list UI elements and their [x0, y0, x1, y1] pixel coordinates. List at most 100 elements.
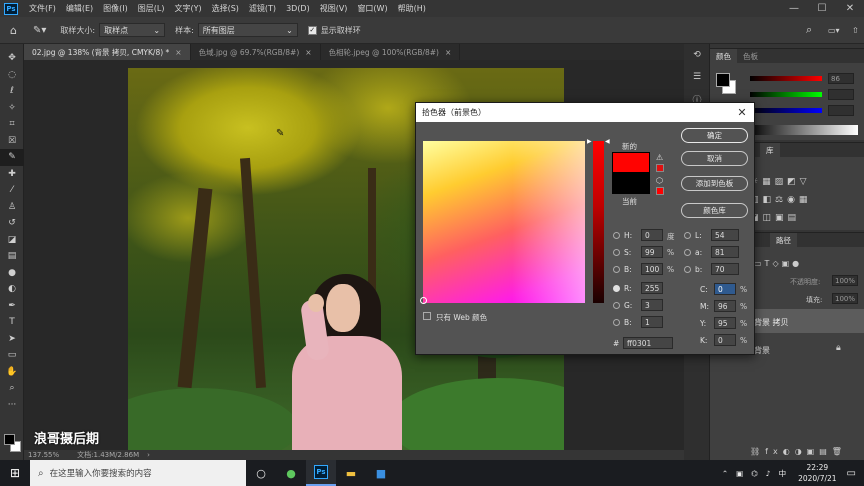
menu-3d[interactable]: 3D(D) [281, 4, 315, 13]
menu-view[interactable]: 视图(V) [315, 3, 353, 14]
tab-hue-wheel-jpeg[interactable]: 色相轮.jpeg @ 100%(RGB/8#) × [321, 44, 461, 60]
brightness-radio[interactable] [613, 266, 620, 273]
saturation-input[interactable]: 99 [641, 246, 663, 258]
windows-start-icon[interactable]: ⊞ [0, 460, 30, 486]
taskbar-search-box[interactable]: ⌕ 在这里输入你要搜索的内容 [30, 460, 246, 486]
zoom-tool-icon[interactable]: ⌕ [0, 380, 24, 397]
task-view-icon[interactable]: ○ [246, 460, 276, 486]
yellow-input[interactable]: 95 [714, 317, 736, 329]
hand-tool-icon[interactable]: ✋ [0, 364, 24, 381]
blue-slider[interactable] [750, 108, 822, 113]
red-value[interactable]: 86 [828, 73, 854, 84]
wechat-icon[interactable]: ● [276, 460, 306, 486]
file-explorer-icon[interactable]: ▬ [336, 460, 366, 486]
move-tool-icon[interactable]: ✥ [0, 50, 24, 67]
tray-app-icon[interactable]: ▣ [736, 469, 743, 478]
adjustment-icons-row-3[interactable]: ◪◫▣▤ [750, 213, 800, 223]
notification-icon[interactable]: ▭ [847, 468, 856, 479]
blue-value[interactable] [828, 105, 854, 116]
tab-gamut-jpg[interactable]: 色域.jpg @ 69.7%(RGB/8#) × [191, 44, 321, 60]
screen-recorder-icon[interactable]: ■ [366, 460, 396, 486]
add-to-swatches-button[interactable]: 添加到色板 [681, 176, 748, 191]
blue-input[interactable]: 1 [641, 316, 663, 328]
blur-tool-icon[interactable]: ● [0, 265, 24, 282]
tab-color[interactable]: 颜色 [710, 49, 737, 63]
magenta-input[interactable]: 96 [714, 300, 736, 312]
menu-help[interactable]: 帮助(H) [393, 3, 431, 14]
show-ring-checkbox[interactable]: ✓ [307, 25, 317, 35]
close-icon[interactable]: × [175, 48, 181, 57]
web-safe-icon[interactable]: ⬡ [656, 176, 663, 185]
menu-window[interactable]: 窗口(W) [352, 3, 392, 14]
hue-input[interactable]: 0 [641, 229, 663, 241]
menu-file[interactable]: 文件(F) [24, 3, 61, 14]
home-icon[interactable]: ⌂ [10, 24, 17, 37]
sample-select[interactable]: 所有图层 ⌄ [197, 23, 298, 37]
web-only-checkbox[interactable] [423, 312, 431, 320]
brush-tool-icon[interactable]: ⁄ [0, 182, 24, 199]
cancel-button[interactable]: 取消 [681, 151, 748, 166]
lasso-tool-icon[interactable]: ℓ [0, 83, 24, 100]
red-slider[interactable] [750, 76, 822, 81]
color-field-marker[interactable] [420, 297, 427, 304]
maximize-button[interactable]: ☐ [808, 0, 836, 17]
eraser-tool-icon[interactable]: ◪ [0, 232, 24, 249]
lab-a-input[interactable]: 81 [711, 246, 739, 258]
gamut-warning-swatch[interactable] [656, 164, 664, 172]
magic-wand-tool-icon[interactable]: ✧ [0, 100, 24, 117]
hue-slider-left-arrow[interactable]: ▶ [587, 138, 592, 145]
lab-b-radio[interactable] [684, 266, 691, 273]
lab-b-input[interactable]: 70 [711, 263, 739, 275]
opacity-value[interactable]: 100% [832, 275, 858, 286]
hex-input[interactable]: ff0301 [623, 337, 673, 349]
ok-button[interactable]: 确定 [681, 128, 748, 143]
history-brush-tool-icon[interactable]: ↺ [0, 215, 24, 232]
volume-icon[interactable]: ♪ [766, 469, 771, 478]
blue-radio[interactable] [613, 319, 620, 326]
search-icon[interactable]: ⌕ [806, 23, 812, 37]
rectangle-tool-icon[interactable]: ▭ [0, 347, 24, 364]
clone-stamp-tool-icon[interactable]: ♙ [0, 199, 24, 216]
type-tool-icon[interactable]: T [0, 314, 24, 331]
adjustment-icons-row-1[interactable]: ☀▦▨◩▽ [750, 177, 811, 187]
pen-tool-icon[interactable]: ✒ [0, 298, 24, 315]
green-input[interactable]: 3 [641, 299, 663, 311]
more-tools-icon[interactable]: ··· [0, 397, 24, 414]
status-expand-icon[interactable]: › [147, 451, 150, 459]
menu-filter[interactable]: 滤镜(T) [244, 3, 281, 14]
close-icon[interactable]: × [305, 48, 311, 57]
dodge-tool-icon[interactable]: ◐ [0, 281, 24, 298]
tab-swatches[interactable]: 色板 [737, 49, 764, 63]
green-radio[interactable] [613, 302, 620, 309]
layer-filter-icons[interactable]: ▭T◇▣● [754, 259, 802, 268]
ime-indicator[interactable]: 中 [779, 468, 787, 479]
zoom-level[interactable]: 137.55% [28, 451, 59, 459]
lab-l-input[interactable]: 54 [711, 229, 739, 241]
fill-value[interactable]: 100% [832, 293, 858, 304]
current-color-swatch[interactable] [612, 173, 650, 194]
saturation-radio[interactable] [613, 249, 620, 256]
hue-slider-right-arrow[interactable]: ◀ [605, 138, 610, 145]
layer-actions-icons[interactable]: ⛓fx◐◑▣▤🗑︎ [750, 447, 847, 456]
tab-paths[interactable]: 路径 [770, 233, 797, 247]
red-input[interactable]: 255 [641, 282, 663, 294]
crop-tool-icon[interactable]: ⌗ [0, 116, 24, 133]
eyedropper-preset-icon[interactable]: ✎▾ [33, 25, 46, 36]
gamut-warning-icon[interactable]: ⚠ [656, 153, 663, 162]
web-safe-swatch[interactable] [656, 187, 664, 195]
taskbar-clock[interactable]: 22:29 2020/7/21 [798, 462, 836, 484]
minimize-button[interactable]: — [780, 0, 808, 17]
green-slider[interactable] [750, 92, 822, 97]
frame-tool-icon[interactable]: ☒ [0, 133, 24, 150]
adjustment-icons-row-2[interactable]: ▥◧⚖◉▦ [750, 195, 811, 205]
tab-02-jpg[interactable]: 02.jpg @ 138% (背景 拷贝, CMYK/8) * × [24, 44, 191, 60]
close-icon[interactable]: × [445, 48, 451, 57]
green-value[interactable] [828, 89, 854, 100]
brightness-input[interactable]: 100 [641, 263, 663, 275]
workspace-icon[interactable]: ▭▾ [828, 26, 840, 35]
history-icon[interactable]: ⟲ [684, 44, 710, 66]
eyedropper-tool-icon[interactable]: ✎ [0, 149, 24, 166]
share-icon[interactable]: ⇧ [852, 26, 859, 35]
network-icon[interactable]: ⌬ [751, 469, 758, 478]
foreground-color-swatch[interactable] [4, 434, 15, 445]
